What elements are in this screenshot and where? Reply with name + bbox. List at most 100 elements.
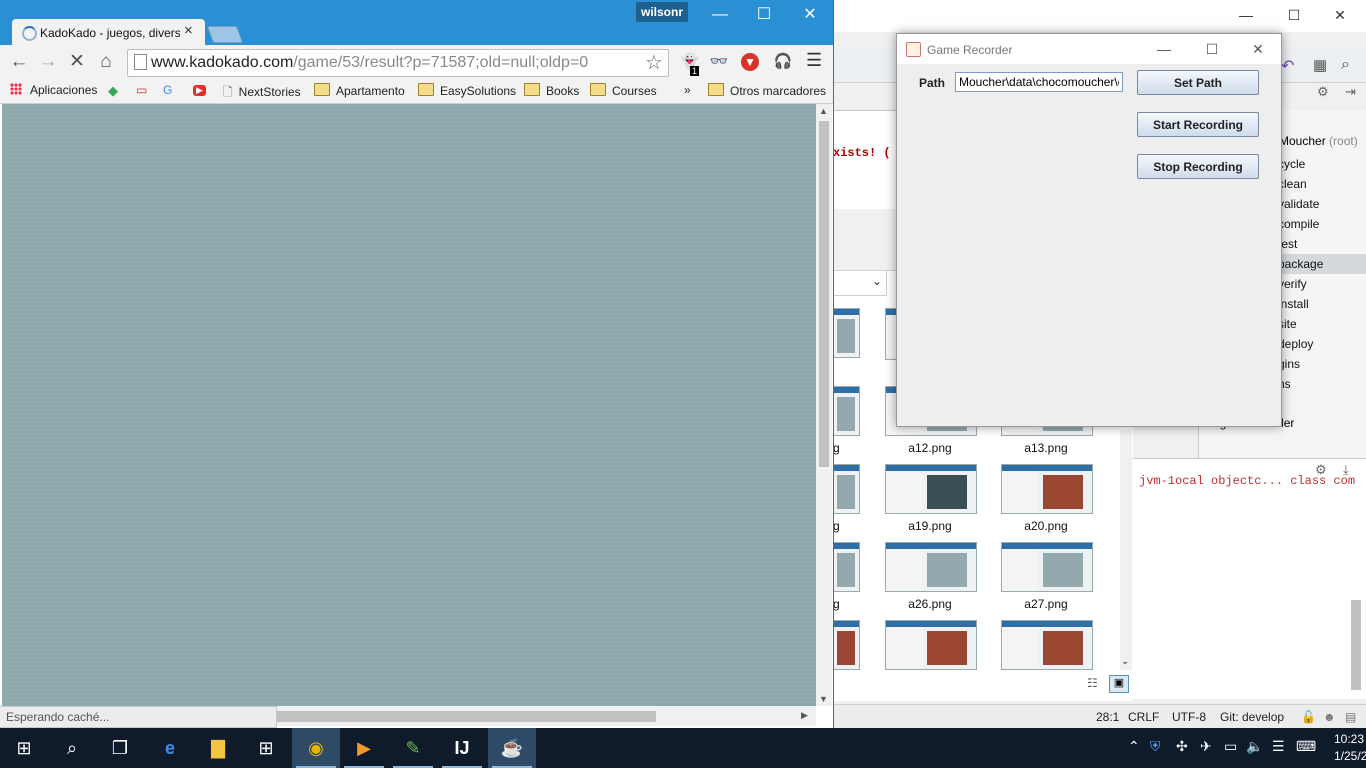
battery-icon[interactable]: ▭ xyxy=(1224,738,1237,755)
file-thumbnail[interactable] xyxy=(885,542,977,592)
vertical-scrollbar-thumb[interactable] xyxy=(819,121,829,467)
maximize-icon[interactable]: ☐ xyxy=(1271,0,1317,30)
file-name-partial[interactable]: g xyxy=(833,597,840,611)
file-name[interactable]: a19.png xyxy=(885,519,975,533)
maven-item[interactable]: install xyxy=(1278,294,1366,314)
file-name[interactable]: a12.png xyxy=(885,441,975,455)
file-thumbnail[interactable] xyxy=(1001,620,1093,670)
file-thumbnail[interactable] xyxy=(833,620,860,670)
file-thumbnail[interactable] xyxy=(885,464,977,514)
editor-icon[interactable]: ✎ xyxy=(389,728,437,768)
scroll-right-icon[interactable]: ▶ xyxy=(801,710,808,721)
maven-item[interactable]: clean xyxy=(1278,174,1366,194)
horizontal-scrollbar-thumb[interactable] xyxy=(276,711,656,722)
undo-icon[interactable]: ↶ xyxy=(1281,56,1294,76)
video-downloader-icon[interactable]: ▼ xyxy=(741,53,759,71)
explorer-dropdown[interactable]: ⌄ xyxy=(833,270,887,296)
java-taskbar-icon[interactable]: ☕ xyxy=(488,728,536,768)
gear-icon[interactable]: ⚙ xyxy=(1315,462,1327,478)
git-branch[interactable]: Git: develop xyxy=(1220,710,1284,724)
bookmarks-overflow-button[interactable]: » xyxy=(684,83,691,97)
scroll-down-icon[interactable]: ▼ xyxy=(819,694,828,704)
star-icon[interactable]: ☆ xyxy=(645,50,663,75)
edge-icon[interactable]: e xyxy=(146,728,194,768)
bookmark-folder-books[interactable]: Books xyxy=(524,83,579,98)
minimize-icon[interactable]: — xyxy=(1141,34,1187,64)
notifications-icon[interactable]: ▤ xyxy=(1345,710,1356,724)
file-name[interactable]: a13.png xyxy=(1001,441,1091,455)
home-icon[interactable]: ⌂ xyxy=(93,49,119,75)
stop-icon[interactable]: ✕ xyxy=(64,49,90,75)
dropbox-icon[interactable]: ✣ xyxy=(1176,738,1188,755)
file-explorer-icon[interactable]: ▇ xyxy=(194,728,242,768)
maven-item[interactable]: cycle xyxy=(1278,154,1366,174)
large-icons-view-icon[interactable]: ▣ xyxy=(1109,675,1129,693)
maven-item[interactable]: test xyxy=(1278,234,1366,254)
close-icon[interactable]: ✕ xyxy=(1235,34,1281,64)
minimize-icon[interactable]: — xyxy=(700,2,740,28)
file-name[interactable]: a27.png xyxy=(1001,597,1091,611)
maven-item[interactable]: site xyxy=(1278,314,1366,334)
gear-icon[interactable]: ⚙ xyxy=(1317,84,1329,100)
bookmark-apps[interactable]: Aplicaciones xyxy=(30,83,97,97)
console-scrollbar[interactable] xyxy=(1351,600,1361,690)
maven-item[interactable]: gins xyxy=(1278,354,1366,374)
keyboard-icon[interactable]: ⌨ xyxy=(1296,738,1316,755)
file-name-partial[interactable]: g xyxy=(833,441,840,455)
page-icon[interactable] xyxy=(134,54,147,70)
maven-item[interactable]: package xyxy=(1278,254,1366,274)
bookmark-folder-apartamento[interactable]: Apartamento xyxy=(314,83,405,98)
file-thumbnail[interactable] xyxy=(1001,542,1093,592)
explorer-scrollbar[interactable]: ⌄ xyxy=(1120,430,1132,670)
maven-item[interactable]: verify xyxy=(1278,274,1366,294)
file-name[interactable]: a20.png xyxy=(1001,519,1091,533)
file-thumbnail[interactable] xyxy=(833,464,860,514)
set-path-button[interactable]: Set Path xyxy=(1137,70,1259,95)
page-content[interactable] xyxy=(2,104,816,706)
action-center-icon[interactable]: ☰ xyxy=(1272,738,1285,755)
cursor-position[interactable]: 28:1 xyxy=(1096,710,1119,724)
store-icon[interactable]: ⊞ xyxy=(242,728,290,768)
lock-icon[interactable]: 🔓 xyxy=(1301,710,1316,724)
inspector-icon[interactable]: ☻ xyxy=(1323,710,1336,724)
url-text[interactable]: www.kadokado.com/game/53/result?p=71587;… xyxy=(151,54,588,72)
stop-recording-button[interactable]: Stop Recording xyxy=(1137,154,1259,179)
task-view-icon[interactable]: ❐ xyxy=(96,728,144,768)
chevron-up-icon[interactable]: ⌃ xyxy=(1128,738,1140,755)
file-thumbnail[interactable] xyxy=(833,308,860,358)
new-tab-button[interactable] xyxy=(206,26,244,43)
file-name[interactable]: a26.png xyxy=(885,597,975,611)
bookmark-nextstories[interactable]: 🗋 NextStories xyxy=(223,83,301,104)
maven-root[interactable]: Moucher (root) xyxy=(1279,134,1358,148)
line-separator[interactable]: CRLF xyxy=(1128,710,1159,724)
clock-date[interactable]: 1/25/2 xyxy=(1334,749,1366,763)
file-name-partial[interactable]: g xyxy=(833,519,840,533)
scroll-down-icon[interactable]: ⌄ xyxy=(1121,656,1129,667)
volume-icon[interactable]: 🔈 xyxy=(1246,738,1263,755)
clock-time[interactable]: 10:23 xyxy=(1334,732,1364,746)
glasses-extension-icon[interactable]: 👓 xyxy=(708,51,730,73)
maven-item[interactable]: ns xyxy=(1278,374,1366,394)
forward-arrow-icon[interactable]: → xyxy=(35,49,61,75)
bookmark-folder-other[interactable]: Otros marcadores xyxy=(708,83,826,98)
tab-close-icon[interactable]: × xyxy=(184,22,193,39)
search-icon[interactable]: ⌕ xyxy=(1341,56,1350,74)
maven-item[interactable]: validate xyxy=(1278,194,1366,214)
scroll-up-icon[interactable]: ▲ xyxy=(819,106,828,116)
start-recording-button[interactable]: Start Recording xyxy=(1137,112,1259,137)
translate-icon[interactable]: G xyxy=(163,83,172,97)
maven-item[interactable]: deploy xyxy=(1278,334,1366,354)
file-thumbnail[interactable] xyxy=(833,542,860,592)
hide-panel-icon[interactable]: ⇥ xyxy=(1345,84,1356,100)
profile-badge[interactable]: wilsonr xyxy=(636,2,688,22)
bookmark-site-icon[interactable]: ▭ xyxy=(136,83,147,97)
search-icon[interactable]: ⌕ xyxy=(48,728,96,768)
youtube-icon[interactable]: ▶ xyxy=(193,85,206,96)
maps-icon[interactable]: ◆ xyxy=(108,83,118,99)
bookmark-folder-courses[interactable]: Courses xyxy=(590,83,657,98)
close-icon[interactable]: ✕ xyxy=(790,2,830,28)
structure-icon[interactable]: ▦ xyxy=(1313,56,1327,74)
maximize-icon[interactable]: ☐ xyxy=(1189,34,1235,64)
bookmark-folder-easysolutions[interactable]: EasySolutions xyxy=(418,83,516,98)
headphones-icon[interactable]: 🎧 xyxy=(772,51,794,73)
